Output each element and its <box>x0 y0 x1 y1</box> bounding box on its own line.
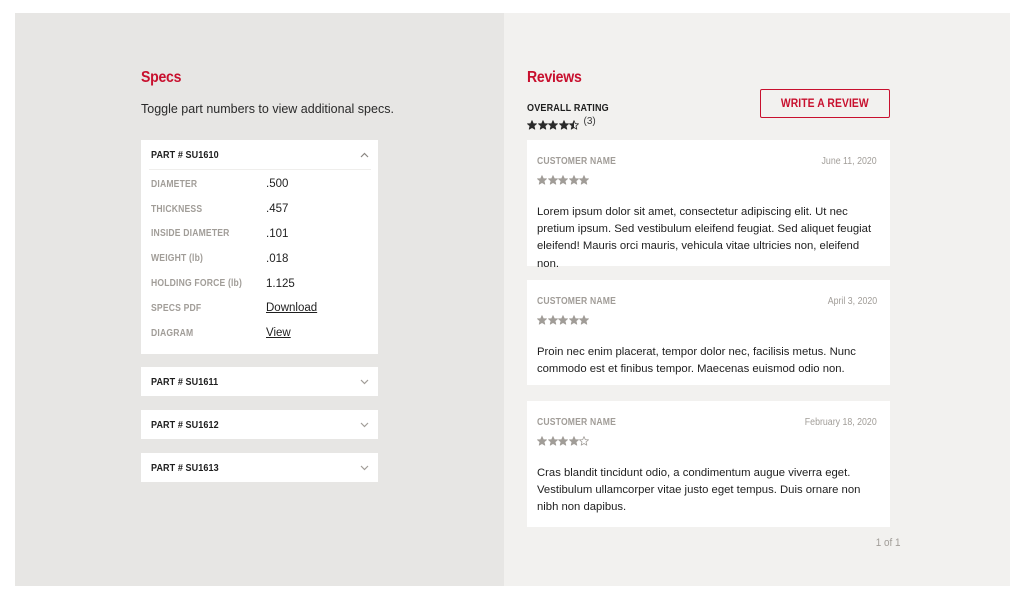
star-filled-icon <box>579 312 589 325</box>
review-star-rating <box>537 171 590 185</box>
spec-row-specs-pdf: SPECS PDF Download <box>141 296 378 321</box>
star-filled-icon <box>558 312 568 325</box>
chevron-down-icon[interactable] <box>359 420 369 430</box>
part-label: PART # SU1610 <box>151 148 219 161</box>
review-star-rating <box>537 311 590 325</box>
star-filled-icon <box>558 172 568 185</box>
star-filled-icon <box>537 433 547 446</box>
reviewer-name: CUSTOMER NAME <box>537 295 617 307</box>
spec-value: 1.125 <box>266 277 295 290</box>
overall-rating: (3) <box>527 116 596 130</box>
part-toggle-su1613[interactable]: PART # SU1613 <box>141 453 378 482</box>
review-card: CUSTOMER NAME February 18, 2020 Cras bla… <box>527 401 890 527</box>
review-card: CUSTOMER NAME April 3, 2020 Proin nec en… <box>527 280 890 385</box>
review-date: June 11, 2020 <box>821 155 877 167</box>
star-filled-icon <box>558 433 568 446</box>
page-frame: Specs Toggle part numbers to view additi… <box>15 13 1010 586</box>
view-diagram-link[interactable]: View <box>266 327 291 339</box>
spec-label: WEIGHT (lb) <box>151 253 204 265</box>
star-filled-icon <box>568 312 579 325</box>
spec-label: DIAGRAM <box>151 327 194 339</box>
part-toggle-su1610[interactable]: PART # SU1610 <box>141 140 378 169</box>
spec-value: .457 <box>266 203 289 216</box>
overall-rating-label: OVERALL RATING <box>527 102 609 114</box>
star-filled-icon <box>537 172 547 185</box>
part-card-su1611: PART # SU1611 <box>141 367 378 396</box>
spec-value: .101 <box>266 227 289 240</box>
reviewer-name: CUSTOMER NAME <box>537 155 617 167</box>
star-empty-icon <box>579 433 589 446</box>
spec-row-diagram: DIAGRAM View <box>141 321 378 346</box>
review-text: Lorem ipsum dolor sit amet, consectetur … <box>537 206 872 270</box>
review-card: CUSTOMER NAME June 11, 2020 Lorem ipsum … <box>527 140 890 270</box>
overall-review-count: (3) <box>583 116 596 127</box>
spec-value: .500 <box>266 178 289 191</box>
spec-label: INSIDE DIAMETER <box>151 228 230 240</box>
reviewer-name: CUSTOMER NAME <box>537 416 617 428</box>
spec-row-holding-force: HOLDING FORCE (lb) 1.125 <box>141 271 378 296</box>
spec-label: HOLDING FORCE (lb) <box>151 278 242 290</box>
part-label: PART # SU1611 <box>151 375 219 388</box>
star-filled-icon <box>547 312 558 325</box>
review-date: April 3, 2020 <box>827 295 877 307</box>
star-filled-icon <box>527 117 537 130</box>
star-filled-icon <box>568 433 579 446</box>
part-toggle-su1611[interactable]: PART # SU1611 <box>141 367 378 396</box>
part-card-su1612: PART # SU1612 <box>141 410 378 439</box>
star-filled-icon <box>537 117 548 130</box>
star-filled-icon <box>558 117 569 130</box>
specs-title: Specs <box>141 69 182 86</box>
part-card-su1610: PART # SU1610 DIAMETER .500 THICKNESS .4… <box>141 140 378 354</box>
reviews-title: Reviews <box>527 69 582 86</box>
write-review-label: WRITE A REVIEW <box>781 97 869 110</box>
write-review-button[interactable]: WRITE A REVIEW <box>760 89 890 118</box>
overall-star-rating <box>527 117 580 130</box>
part-label: PART # SU1612 <box>151 418 219 431</box>
review-text: Cras blandit tincidunt odio, a condiment… <box>537 467 861 514</box>
spec-row-thickness: THICKNESS .457 <box>141 197 378 222</box>
star-filled-icon <box>547 172 558 185</box>
download-link[interactable]: Download <box>266 302 317 314</box>
part-card-su1613: PART # SU1613 <box>141 453 378 482</box>
review-date: February 18, 2020 <box>805 416 877 428</box>
reviews-panel: Reviews OVERALL RATING (3) WRITE A REVIE… <box>504 13 1010 586</box>
part-label: PART # SU1613 <box>151 461 219 474</box>
review-star-rating <box>537 432 590 446</box>
part-toggle-su1612[interactable]: PART # SU1612 <box>141 410 378 439</box>
spec-table: DIAMETER .500 THICKNESS .457 INSIDE DIAM… <box>141 170 378 354</box>
chevron-down-icon[interactable] <box>359 463 369 473</box>
spec-label: DIAMETER <box>151 178 198 190</box>
star-filled-icon <box>568 172 579 185</box>
spec-label: SPECS PDF <box>151 302 202 314</box>
star-filled-icon <box>547 433 558 446</box>
review-text: Proin nec enim placerat, tempor dolor ne… <box>537 346 856 376</box>
spec-row-diameter: DIAMETER .500 <box>141 172 378 197</box>
specs-intro: Toggle part numbers to view additional s… <box>141 102 394 116</box>
star-filled-icon <box>548 117 558 130</box>
specs-panel: Specs Toggle part numbers to view additi… <box>15 13 504 586</box>
star-half-icon <box>569 117 579 130</box>
spec-label: THICKNESS <box>151 203 203 215</box>
spec-row-weight: WEIGHT (lb) .018 <box>141 246 378 271</box>
spec-row-inside-diameter: INSIDE DIAMETER .101 <box>141 222 378 247</box>
chevron-down-icon[interactable] <box>359 377 369 387</box>
pagination-status: 1 of 1 <box>876 537 901 549</box>
star-filled-icon <box>579 172 589 185</box>
chevron-up-icon[interactable] <box>359 150 369 160</box>
star-filled-icon <box>537 312 547 325</box>
spec-value: .018 <box>266 252 289 265</box>
